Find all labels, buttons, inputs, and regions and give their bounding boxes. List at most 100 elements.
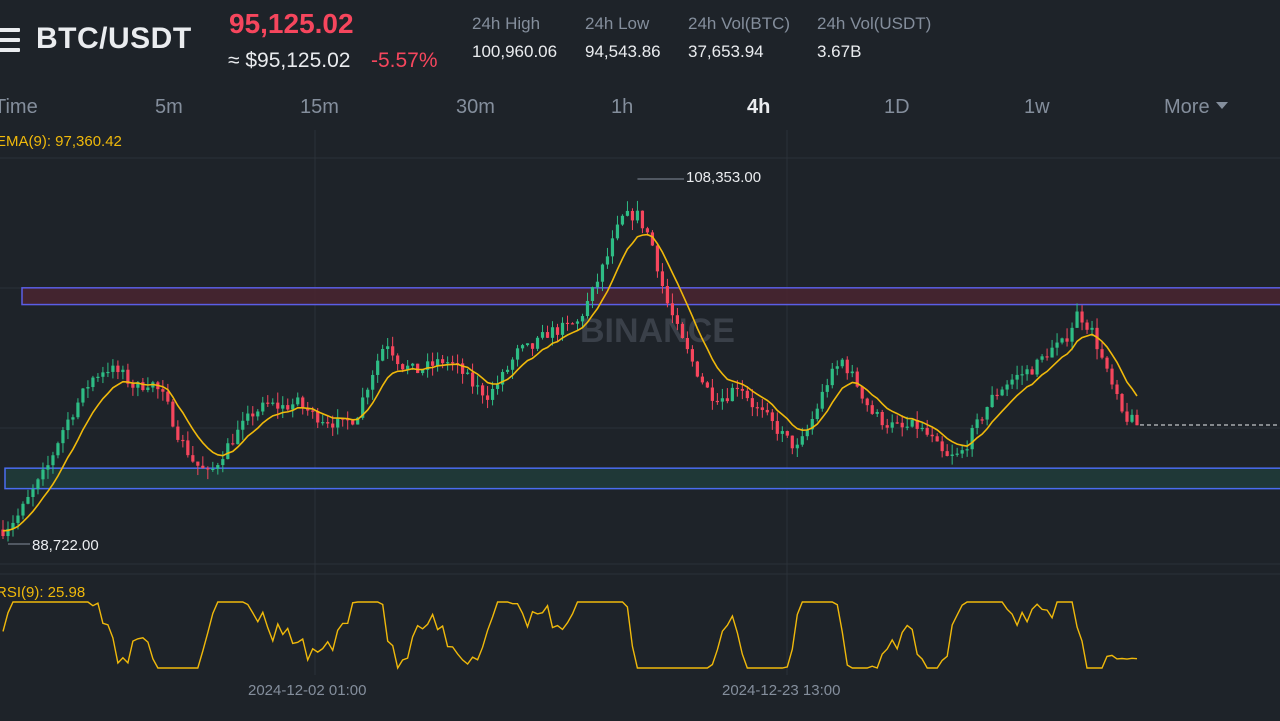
tab-15m[interactable]: 15m <box>300 96 339 119</box>
candle-body <box>41 469 45 480</box>
candle-body <box>745 390 749 399</box>
candle-body <box>695 361 699 377</box>
menu-icon[interactable] <box>0 28 20 52</box>
candle-body <box>765 409 769 413</box>
candle-body <box>615 224 620 239</box>
candle-body <box>910 419 914 427</box>
candle-body <box>725 398 729 402</box>
rsi-line <box>2 601 1138 670</box>
candle-body <box>366 389 370 398</box>
candle-body <box>635 210 640 221</box>
candle-body <box>26 496 30 504</box>
candle-body <box>201 465 205 469</box>
candle-body <box>820 391 824 409</box>
candle-body <box>1010 379 1014 385</box>
candle-body <box>965 449 969 451</box>
candle-body <box>1005 384 1009 390</box>
candle-body <box>815 408 819 420</box>
candle-body <box>700 376 704 383</box>
stat-24h-vol-usdt: 24h Vol(USDT) 3.67B <box>817 14 931 62</box>
candle-body <box>131 383 135 388</box>
watermark-logo: BINANCE <box>580 312 735 350</box>
tab-30m[interactable]: 30m <box>456 96 495 119</box>
candle-body <box>331 423 335 428</box>
candle-body <box>865 398 869 406</box>
candle-body <box>86 387 90 389</box>
candle-body <box>945 451 949 456</box>
candle-body <box>465 372 470 374</box>
candle-body <box>1115 384 1119 395</box>
stat-label: 24h Vol(BTC) <box>688 14 791 33</box>
candle-body <box>580 316 585 322</box>
candle-body <box>790 435 794 449</box>
candle-body <box>715 400 719 403</box>
stat-value: 37,653.94 <box>688 42 764 61</box>
candle-body <box>760 407 764 410</box>
candle-body <box>705 382 709 388</box>
candle-body <box>785 431 789 436</box>
candle-body <box>980 419 984 421</box>
candle-body <box>1110 368 1114 385</box>
candle-body <box>431 361 435 366</box>
candle-body <box>600 264 605 282</box>
candle-body <box>1135 414 1139 426</box>
candle-body <box>730 387 734 402</box>
candle-body <box>226 443 230 460</box>
tab-1h[interactable]: 1h <box>611 96 633 119</box>
candle-body <box>575 321 580 324</box>
candle-body <box>1025 369 1029 375</box>
candle-body <box>955 453 959 455</box>
tab-1d[interactable]: 1D <box>884 96 910 119</box>
candle-body <box>480 385 485 396</box>
candle-body <box>351 420 355 425</box>
candle-body <box>1020 374 1024 376</box>
candle-body <box>146 387 150 391</box>
candle-body <box>590 287 595 302</box>
candle-body <box>301 397 305 408</box>
stat-24h-low: 24h Low 94,543.86 <box>585 14 661 62</box>
candle-body <box>920 427 924 430</box>
tab-more[interactable]: More <box>1164 96 1228 119</box>
candle-body <box>381 349 385 361</box>
candle-body <box>795 444 799 449</box>
candle-body <box>565 322 570 325</box>
candle-body <box>1050 347 1054 358</box>
candle-body <box>161 389 165 392</box>
price-change-percent: -5.57% <box>371 49 438 72</box>
candle-body <box>1080 311 1084 323</box>
candle-body <box>196 461 200 466</box>
tab-1w[interactable]: 1w <box>1024 96 1050 119</box>
tab-more-label: More <box>1164 96 1210 118</box>
candle-body <box>735 387 739 390</box>
tab-time[interactable]: Time <box>0 96 38 119</box>
candle-body <box>1035 359 1039 375</box>
candle-body <box>376 360 380 375</box>
candle-body <box>251 413 255 417</box>
candle-body <box>555 327 560 335</box>
candle-body <box>995 394 999 397</box>
candle-body <box>840 359 844 367</box>
candle-body <box>66 419 70 431</box>
ema-indicator-label: EMA(9): 97,360.42 <box>0 133 122 150</box>
candle-body <box>690 349 694 362</box>
candle-body <box>655 245 660 272</box>
time-axis-label: 2024-12-23 13:00 <box>722 682 841 699</box>
candle-body <box>246 413 250 421</box>
candle-body <box>1030 369 1034 375</box>
candle-body <box>875 411 879 414</box>
candle-body <box>585 301 590 317</box>
support-zone <box>4 467 1280 490</box>
candle-body <box>755 407 759 409</box>
price-chart[interactable]: BINANCE <box>0 130 1280 721</box>
candle-body <box>985 407 989 420</box>
candle-body <box>870 405 874 414</box>
candle-body <box>281 405 285 409</box>
trading-pair-title[interactable]: BTC/USDT <box>36 22 192 56</box>
candle-body <box>935 436 939 442</box>
tab-5m[interactable]: 5m <box>155 96 183 119</box>
candle-body <box>231 443 235 445</box>
candle-body <box>630 210 635 221</box>
tab-4h[interactable]: 4h <box>747 96 770 119</box>
candle-body <box>321 422 325 424</box>
time-axis-label: 2024-12-02 01:00 <box>248 682 367 699</box>
